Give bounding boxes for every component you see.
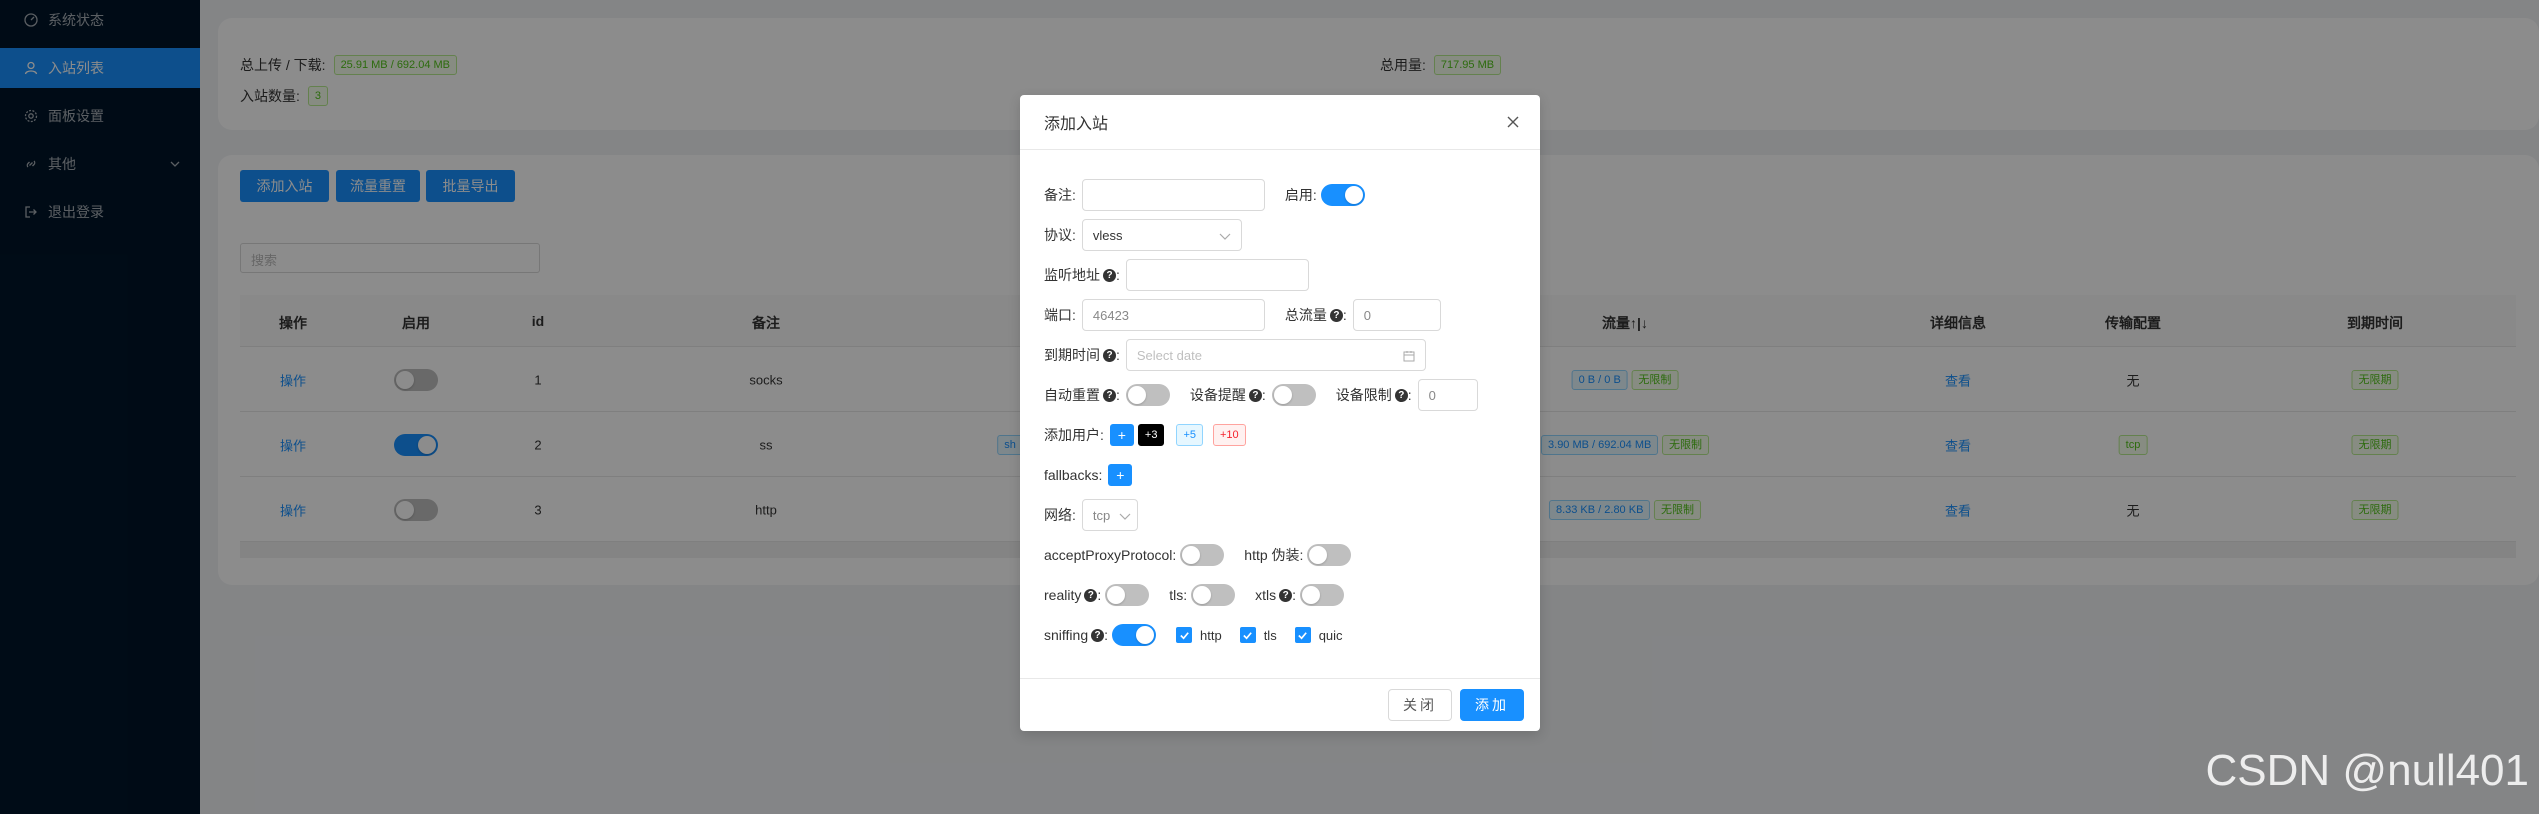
add-user-row: 添加用户: + +3 +5 +10: [1044, 419, 1246, 451]
checkbox-checked-icon: [1239, 627, 1256, 643]
device-alert-toggle[interactable]: [1271, 384, 1316, 406]
sniffing-label: sniffing?:: [1044, 627, 1108, 643]
listen-row: 监听地址?:: [1044, 259, 1309, 291]
cancel-button[interactable]: 关闭: [1388, 689, 1452, 721]
expiry-placeholder: Select date: [1136, 347, 1202, 363]
protocol-value: vless: [1092, 227, 1123, 243]
accept-proxy-label: acceptProxyProtocol:: [1044, 547, 1177, 563]
add-user-label: 添加用户:: [1044, 427, 1104, 443]
auto-reset-toggle[interactable]: [1125, 384, 1170, 406]
port-label: 端口:: [1044, 307, 1076, 323]
help-icon: ?: [1103, 348, 1116, 362]
fallbacks-label: fallbacks:: [1044, 467, 1103, 483]
checkbox-checked-icon: [1294, 627, 1311, 643]
listen-input[interactable]: [1125, 259, 1309, 291]
protocol-select[interactable]: vless: [1081, 219, 1242, 251]
network-row: 网络: tcp: [1044, 499, 1138, 531]
help-icon: ?: [1329, 308, 1343, 322]
help-icon: ?: [1279, 588, 1293, 602]
security-row: reality?: tls: xtls?:: [1044, 579, 1345, 611]
checkbox-checked-icon: [1176, 627, 1192, 643]
network-select[interactable]: tcp: [1081, 499, 1138, 531]
close-icon[interactable]: [1504, 113, 1522, 131]
proxy-protocol-row: acceptProxyProtocol: http 伪装:: [1044, 539, 1352, 571]
fallbacks-row: fallbacks: +: [1044, 459, 1133, 491]
remark-label: 备注:: [1044, 187, 1076, 203]
protocol-label: 协议:: [1044, 227, 1076, 243]
remark-input[interactable]: [1081, 179, 1265, 211]
expiry-date-picker[interactable]: Select date: [1125, 339, 1426, 371]
accept-proxy-toggle[interactable]: [1180, 544, 1225, 566]
network-value: tcp: [1092, 507, 1111, 523]
add-user-button[interactable]: +: [1109, 424, 1134, 446]
http-camouflage-toggle[interactable]: [1307, 544, 1352, 566]
sniff-tls-checkbox[interactable]: tls: [1239, 627, 1277, 643]
tls-toggle[interactable]: [1191, 584, 1236, 606]
help-icon: ?: [1394, 388, 1408, 402]
xtls-toggle[interactable]: [1300, 584, 1345, 606]
total-traffic-input[interactable]: 0: [1352, 299, 1441, 331]
modal-title: 添加入站: [1044, 116, 1109, 133]
sniff-http-checkbox[interactable]: http: [1176, 627, 1222, 643]
modal-header: 添加入站: [1020, 95, 1540, 150]
enable-toggle[interactable]: [1320, 184, 1365, 206]
protocol-row: 协议: vless: [1044, 219, 1242, 251]
add-10-users-button[interactable]: +10: [1212, 424, 1246, 446]
sniffing-toggle[interactable]: [1112, 624, 1156, 646]
expiry-row: 到期时间?: Select date: [1044, 339, 1426, 371]
add-inbound-modal: 添加入站 备注: 启用: 协议: vless 监听地址?: 端口: 46423 …: [1020, 95, 1540, 731]
http-camouflage-label: http 伪装:: [1244, 547, 1304, 563]
modal-footer: 关闭 添加: [1020, 678, 1540, 731]
enable-label: 启用:: [1284, 187, 1317, 203]
auto-reset-label: 自动重置?:: [1044, 387, 1120, 403]
port-row: 端口: 46423 总流量?: 0: [1044, 299, 1441, 331]
xtls-label: xtls?:: [1255, 587, 1297, 603]
port-input[interactable]: 46423: [1081, 299, 1265, 331]
help-icon: ?: [1248, 388, 1262, 402]
device-row: 自动重置?: 设备提醒?: 设备限制?: 0: [1044, 379, 1478, 411]
reality-toggle[interactable]: [1105, 584, 1150, 606]
confirm-add-button[interactable]: 添加: [1460, 689, 1524, 721]
tls-label: tls:: [1169, 587, 1188, 603]
add-fallback-button[interactable]: +: [1108, 464, 1133, 486]
help-icon: ?: [1103, 268, 1116, 282]
total-traffic-label: 总流量?:: [1284, 307, 1347, 323]
reality-label: reality?:: [1044, 587, 1102, 603]
add-5-users-button[interactable]: +5: [1176, 424, 1203, 446]
help-icon: ?: [1103, 388, 1116, 402]
listen-label: 监听地址?:: [1044, 267, 1120, 283]
expiry-label: 到期时间?:: [1044, 347, 1120, 363]
device-limit-label: 设备限制?:: [1335, 387, 1412, 403]
calendar-icon: [1403, 351, 1415, 362]
sniff-quic-checkbox[interactable]: quic: [1294, 627, 1343, 643]
remark-row: 备注: 启用:: [1044, 179, 1365, 211]
add-3-users-button[interactable]: +3: [1137, 424, 1165, 446]
watermark: CSDN @null401: [2205, 746, 2529, 795]
chevron-down-icon: [1119, 513, 1131, 520]
device-alert-label: 设备提醒?:: [1189, 387, 1266, 403]
chevron-down-icon: [1219, 233, 1231, 240]
help-icon: ?: [1091, 628, 1105, 642]
device-limit-input[interactable]: 0: [1417, 379, 1478, 411]
sniffing-row: sniffing?: http tls quic: [1044, 619, 1343, 651]
help-icon: ?: [1084, 588, 1098, 602]
network-label: 网络:: [1044, 507, 1076, 523]
